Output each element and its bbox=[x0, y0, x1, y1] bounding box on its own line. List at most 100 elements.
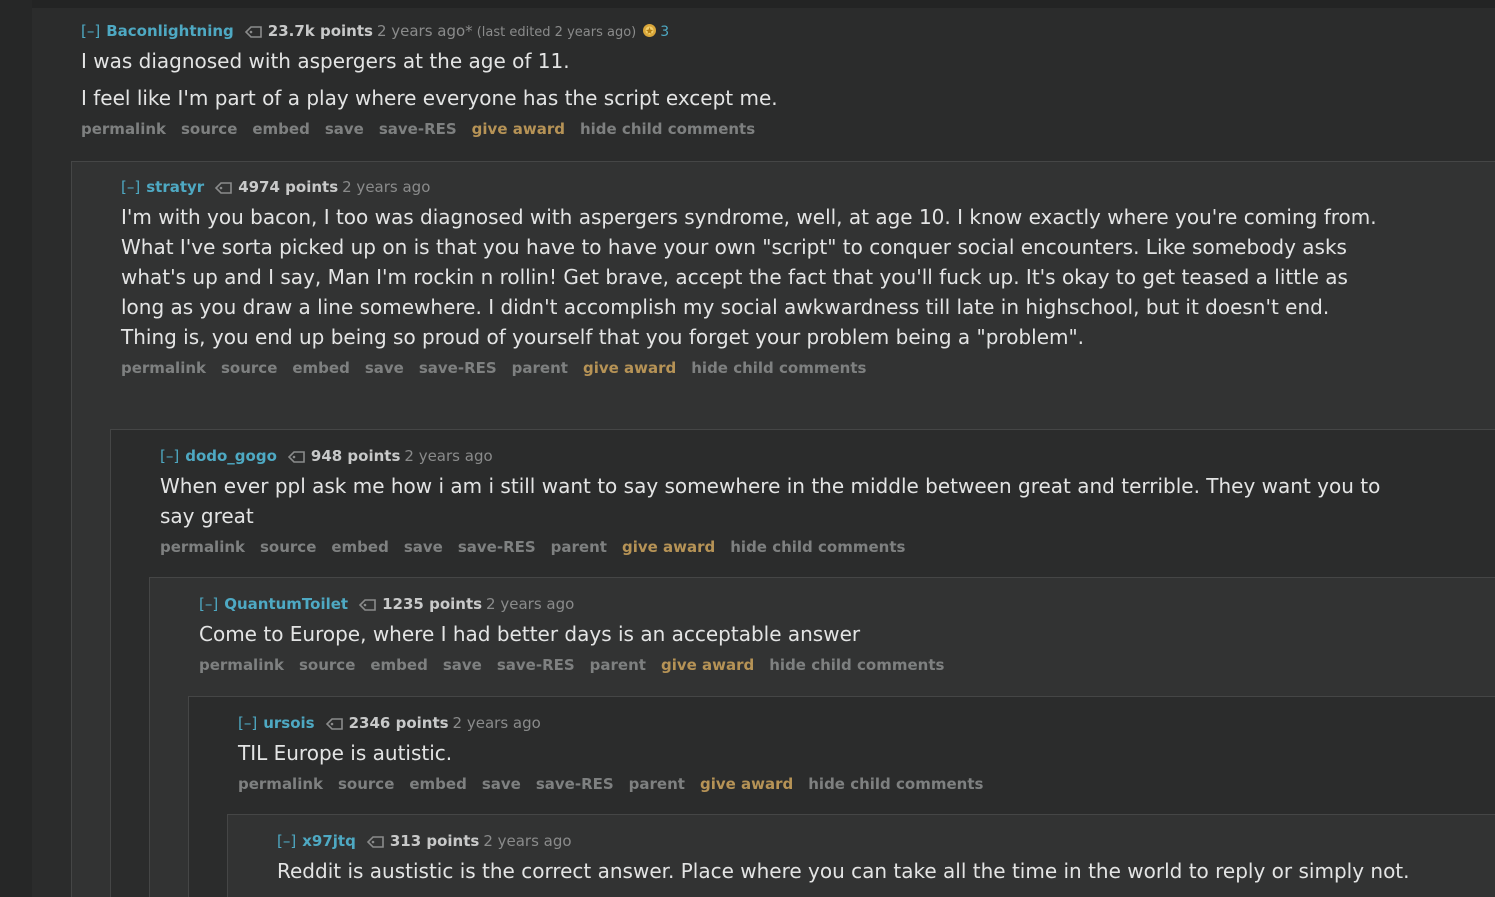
timestamp: 2 years ago bbox=[483, 832, 572, 850]
comment-tagline: [–] QuantumToilet 1235 points 2 years ago bbox=[199, 595, 1459, 615]
comment-entry: [–] QuantumToilet 1235 points 2 years ago C… bbox=[199, 595, 1459, 674]
permalink-button[interactable]: permalink bbox=[238, 775, 323, 793]
comment-actions: permalink source embed save save-RES give awa… bbox=[81, 120, 1341, 138]
comment-entry: [–] x97jtq 313 points 2 years ago Reddit is… bbox=[277, 832, 1495, 893]
comment-entry: [–] ursois 2346 points 2 years ago TIL Euro… bbox=[238, 714, 1495, 793]
score: 313 points bbox=[389, 832, 480, 850]
comment-tagline: [–] x97jtq 313 points 2 years ago bbox=[277, 832, 1495, 852]
give-award-button[interactable]: give award bbox=[472, 120, 565, 138]
save-res-button[interactable]: save-RES bbox=[536, 775, 614, 793]
embed-button[interactable]: embed bbox=[370, 656, 427, 674]
source-button[interactable]: source bbox=[260, 538, 316, 556]
edited-note: (last edited 2 years ago) bbox=[476, 25, 637, 40]
save-res-button[interactable]: save-RES bbox=[379, 120, 457, 138]
comment-actions: permalink source embed save save-RES parent gi… bbox=[199, 656, 1459, 674]
tag-icon bbox=[214, 181, 234, 199]
permalink-button[interactable]: permalink bbox=[121, 359, 206, 377]
save-res-button[interactable]: save-RES bbox=[458, 538, 536, 556]
embed-button[interactable]: embed bbox=[252, 120, 309, 138]
tag-icon bbox=[366, 835, 386, 853]
collapse-toggle[interactable]: [–] bbox=[81, 22, 100, 40]
save-button[interactable]: save bbox=[325, 120, 364, 138]
give-award-button[interactable]: give award bbox=[583, 359, 676, 377]
embed-button[interactable]: embed bbox=[331, 538, 388, 556]
collapse-toggle[interactable]: [–] bbox=[121, 178, 140, 196]
source-button[interactable]: source bbox=[338, 775, 394, 793]
collapse-toggle[interactable]: [–] bbox=[238, 714, 257, 732]
comment-tagline: [–] stratyr 4974 points 2 years ago bbox=[121, 178, 1381, 198]
permalink-button[interactable]: permalink bbox=[81, 120, 166, 138]
source-button[interactable]: source bbox=[181, 120, 237, 138]
give-award-button[interactable]: give award bbox=[622, 538, 715, 556]
comment-paragraph: I'm with you bacon, I too was diagnosed … bbox=[121, 205, 1377, 349]
source-button[interactable]: source bbox=[221, 359, 277, 377]
embed-button[interactable]: embed bbox=[292, 359, 349, 377]
parent-button[interactable]: parent bbox=[629, 775, 685, 793]
comment-paragraph: TIL Europe is autistic. bbox=[238, 741, 453, 765]
comment-paragraph: Come to Europe, where I had better days … bbox=[199, 622, 861, 646]
comment-paragraph: I was diagnosed with aspergers at the ag… bbox=[81, 49, 570, 73]
save-res-button[interactable]: save-RES bbox=[497, 656, 575, 674]
author-link[interactable]: ursois bbox=[263, 714, 314, 732]
hide-child-comments-button[interactable]: hide child comments bbox=[580, 120, 755, 138]
comment-tagline: [–] Baconlightning 23.7k points 2 years ago… bbox=[81, 22, 1341, 42]
comment-entry: [–] dodo_gogo 948 points 2 years ago When e… bbox=[160, 447, 1420, 556]
timestamp: 2 years ago bbox=[486, 595, 575, 613]
collapse-toggle[interactable]: [–] bbox=[160, 447, 179, 465]
comment-tagline: [–] ursois 2346 points 2 years ago bbox=[238, 714, 1495, 734]
source-button[interactable]: source bbox=[299, 656, 355, 674]
comment-x97jtq: [–] x97jtq 313 points 2 years ago Reddit is… bbox=[227, 814, 1495, 897]
permalink-button[interactable]: permalink bbox=[199, 656, 284, 674]
comment-actions: permalink source embed save save-RES parent gi… bbox=[160, 538, 1420, 556]
collapse-toggle[interactable]: [–] bbox=[199, 595, 218, 613]
comment-paragraph: Reddit is austistic is the correct answe… bbox=[277, 859, 1410, 883]
comment-tagline: [–] dodo_gogo 948 points 2 years ago bbox=[160, 447, 1420, 467]
save-button[interactable]: save bbox=[404, 538, 443, 556]
author-link[interactable]: QuantumToilet bbox=[224, 595, 348, 613]
comment-actions: permalink source embed save save-RES parent gi… bbox=[238, 775, 1495, 793]
score: 1235 points bbox=[382, 595, 483, 613]
comment-body: I was diagnosed with aspergers at the ag… bbox=[81, 46, 1341, 113]
timestamp: 2 years ago bbox=[452, 714, 541, 732]
save-res-button[interactable]: save-RES bbox=[419, 359, 497, 377]
give-award-button[interactable]: give award bbox=[661, 656, 754, 674]
parent-button[interactable]: parent bbox=[512, 359, 568, 377]
timestamp: 2 years ago bbox=[404, 447, 493, 465]
comment-entry: [–] Baconlightning 23.7k points 2 years ago… bbox=[81, 22, 1341, 138]
save-button[interactable]: save bbox=[443, 656, 482, 674]
comment-body: I'm with you bacon, I too was diagnosed … bbox=[121, 202, 1381, 352]
author-link[interactable]: dodo_gogo bbox=[185, 447, 277, 465]
left-gutter bbox=[0, 0, 33, 897]
timestamp: 2 years ago* bbox=[376, 22, 473, 40]
collapse-toggle[interactable]: [–] bbox=[277, 832, 296, 850]
comment-actions: permalink source embed save save-RES parent gi… bbox=[121, 359, 1381, 377]
tag-icon bbox=[244, 25, 264, 43]
hide-child-comments-button[interactable]: hide child comments bbox=[808, 775, 983, 793]
tag-icon bbox=[358, 598, 378, 616]
tag-icon bbox=[325, 717, 345, 735]
comment-body: When ever ppl ask me how i am i still wa… bbox=[160, 471, 1420, 531]
save-button[interactable]: save bbox=[482, 775, 521, 793]
comment-body: Come to Europe, where I had better days … bbox=[199, 619, 1459, 649]
embed-button[interactable]: embed bbox=[409, 775, 466, 793]
give-award-button[interactable]: give award bbox=[700, 775, 793, 793]
hide-child-comments-button[interactable]: hide child comments bbox=[769, 656, 944, 674]
hide-child-comments-button[interactable]: hide child comments bbox=[730, 538, 905, 556]
score: 948 points bbox=[310, 447, 401, 465]
comment-entry: [–] stratyr 4974 points 2 years ago I'm wit… bbox=[121, 178, 1381, 377]
top-edge bbox=[32, 0, 1495, 8]
comment-paragraph: I feel like I'm part of a play where eve… bbox=[81, 86, 778, 110]
hide-child-comments-button[interactable]: hide child comments bbox=[691, 359, 866, 377]
comment-body: TIL Europe is autistic. bbox=[238, 738, 1495, 768]
author-link[interactable]: stratyr bbox=[146, 178, 204, 196]
save-button[interactable]: save bbox=[365, 359, 404, 377]
score: 4974 points bbox=[238, 178, 339, 196]
score: 23.7k points bbox=[267, 22, 373, 40]
permalink-button[interactable]: permalink bbox=[160, 538, 245, 556]
author-link[interactable]: x97jtq bbox=[302, 832, 356, 850]
author-link[interactable]: Baconlightning bbox=[106, 22, 234, 40]
comment-body: Reddit is austistic is the correct answe… bbox=[277, 856, 1495, 886]
parent-button[interactable]: parent bbox=[551, 538, 607, 556]
award-icon[interactable] bbox=[642, 23, 657, 42]
parent-button[interactable]: parent bbox=[590, 656, 646, 674]
